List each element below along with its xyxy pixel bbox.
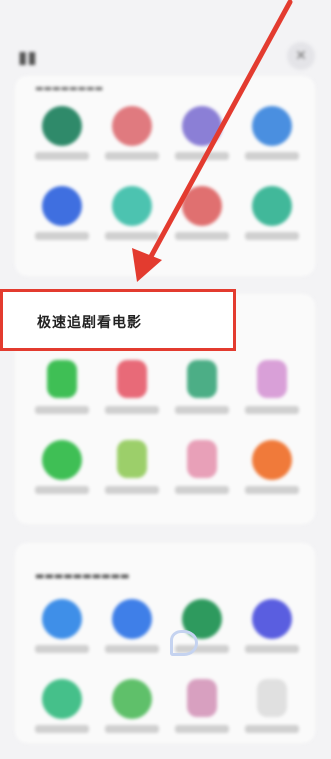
annotation-arrow-icon: [132, 0, 293, 282]
watermark: [170, 630, 202, 656]
watermark-logo-icon: [170, 630, 198, 656]
